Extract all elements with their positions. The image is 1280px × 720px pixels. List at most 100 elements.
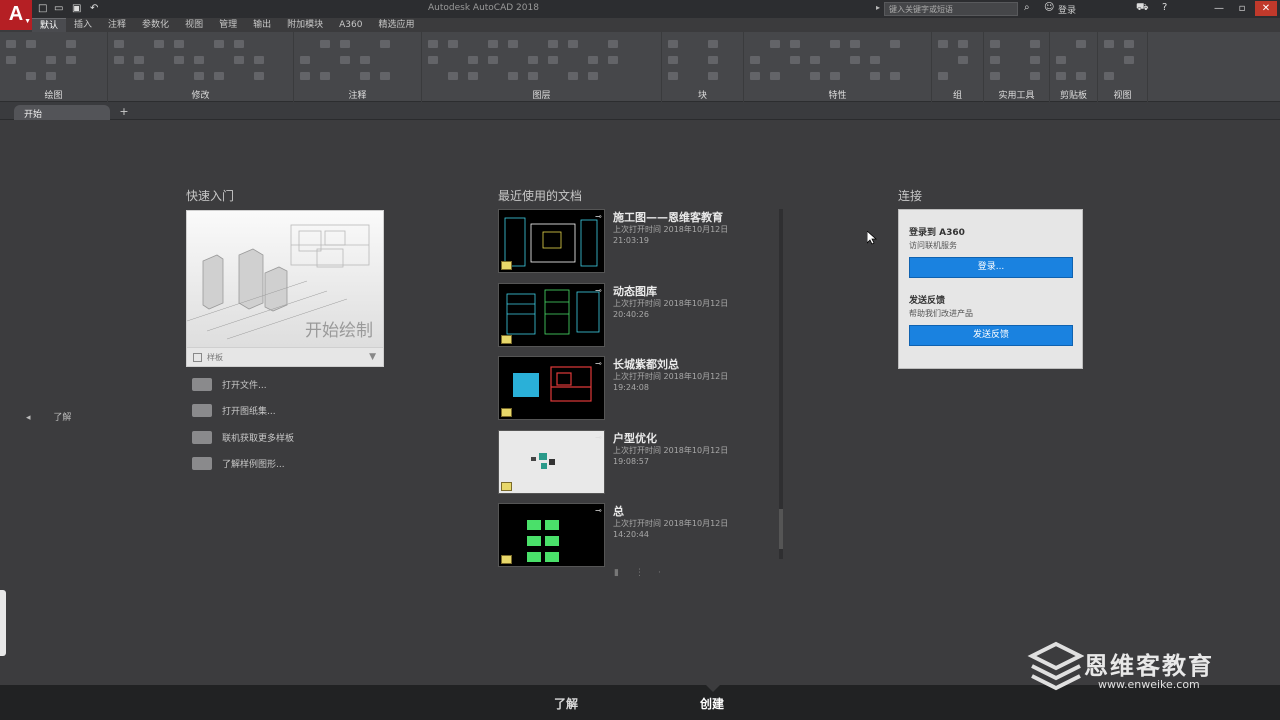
- recent-scrollbar[interactable]: [779, 209, 783, 559]
- drawing-thumbnail[interactable]: ⊸: [498, 209, 605, 273]
- recent-document-item[interactable]: ⊸ 户型优化 上次打开时间 2018年10月12日 19:08:57: [498, 429, 778, 496]
- ribbon-tool-icon[interactable]: [708, 56, 718, 64]
- ribbon-tool-icon[interactable]: [320, 40, 330, 48]
- ribbon-tool-icon[interactable]: [1030, 56, 1040, 64]
- ribbon-tool-icon[interactable]: [990, 56, 1000, 64]
- minimize-button[interactable]: —: [1208, 1, 1230, 16]
- ribbon-tool-icon[interactable]: [46, 72, 56, 80]
- ribbon-tool-icon[interactable]: [488, 40, 498, 48]
- ribbon-tool-icon[interactable]: [174, 40, 184, 48]
- learn-nav[interactable]: ◂ 了解: [26, 410, 71, 423]
- recent-document-name[interactable]: 总: [613, 503, 624, 519]
- online-templates-link[interactable]: 联机获取更多样板: [192, 428, 294, 446]
- save-icon[interactable]: ▣: [72, 3, 81, 15]
- ribbon-tab-9[interactable]: 精选应用: [370, 18, 422, 32]
- ribbon-tool-icon[interactable]: [154, 72, 164, 80]
- ribbon-tool-icon[interactable]: [300, 56, 310, 64]
- view-small-icon[interactable]: ·: [658, 568, 661, 578]
- ribbon-tab-5[interactable]: 管理: [211, 18, 245, 32]
- ribbon-tool-icon[interactable]: [708, 40, 718, 48]
- ribbon-tool-icon[interactable]: [46, 56, 56, 64]
- ribbon-tool-icon[interactable]: [528, 56, 538, 64]
- ribbon-tool-icon[interactable]: [214, 40, 224, 48]
- ribbon-tool-icon[interactable]: [890, 72, 900, 80]
- recent-document-item[interactable]: ⊸ 总上次打开时间 2018年10月12日 14:20:44: [498, 503, 778, 569]
- ribbon-group-label[interactable]: 图层: [422, 88, 661, 101]
- ribbon-tool-icon[interactable]: [360, 72, 370, 80]
- ribbon-tool-icon[interactable]: [66, 56, 76, 64]
- ribbon-tool-icon[interactable]: [194, 56, 204, 64]
- ribbon-tool-icon[interactable]: [254, 72, 264, 80]
- ribbon-tab-6[interactable]: 输出: [245, 18, 279, 32]
- ribbon-tool-icon[interactable]: [114, 56, 124, 64]
- ribbon-tab-7[interactable]: 附加模块: [279, 18, 331, 32]
- tab-start[interactable]: 开始: [14, 105, 110, 120]
- ribbon-tool-icon[interactable]: [254, 56, 264, 64]
- ribbon-tool-icon[interactable]: [1124, 40, 1134, 48]
- ribbon-tool-icon[interactable]: [790, 40, 800, 48]
- ribbon-tool-icon[interactable]: [1076, 72, 1086, 80]
- user-icon[interactable]: ☺: [1044, 2, 1054, 13]
- recent-document-item[interactable]: ⊸ 施工图——恩维客教育 上次打开时间 2018年10月12日 21:03:19: [498, 209, 778, 275]
- ribbon-tool-icon[interactable]: [134, 72, 144, 80]
- login-button[interactable]: 登录...: [909, 257, 1073, 278]
- ribbon-tool-icon[interactable]: [300, 72, 310, 80]
- ribbon-tool-icon[interactable]: [194, 72, 204, 80]
- recent-document-name[interactable]: 长城紫都刘总: [613, 356, 679, 372]
- cart-icon[interactable]: ⛟: [1136, 2, 1149, 15]
- close-button[interactable]: ✕: [1255, 1, 1277, 16]
- application-menu-button[interactable]: A ▼: [0, 0, 32, 30]
- ribbon-tool-icon[interactable]: [608, 56, 618, 64]
- pin-icon[interactable]: ⊸: [595, 359, 602, 368]
- binoculars-icon[interactable]: ⌕: [1024, 2, 1030, 13]
- open-file-link[interactable]: 打开文件...: [192, 375, 267, 393]
- ribbon-tool-icon[interactable]: [588, 56, 598, 64]
- ribbon-tool-icon[interactable]: [1056, 72, 1066, 80]
- ribbon-tool-icon[interactable]: [668, 72, 678, 80]
- ribbon-tool-icon[interactable]: [708, 72, 718, 80]
- ribbon-tool-icon[interactable]: [508, 72, 518, 80]
- drawing-thumbnail[interactable]: ⊸: [498, 429, 605, 494]
- ribbon-tool-icon[interactable]: [790, 56, 800, 64]
- ribbon-tab-0[interactable]: 默认: [32, 18, 67, 32]
- ribbon-tool-icon[interactable]: [958, 56, 968, 64]
- pin-icon[interactable]: ⊸: [595, 433, 602, 442]
- ribbon-tool-icon[interactable]: [380, 72, 390, 80]
- ribbon-tool-icon[interactable]: [428, 56, 438, 64]
- open-file-icon[interactable]: ▭: [54, 3, 63, 15]
- ribbon-tool-icon[interactable]: [468, 72, 478, 80]
- ribbon-tool-icon[interactable]: [750, 56, 760, 64]
- help-icon[interactable]: ?: [1162, 2, 1167, 13]
- ribbon-tool-icon[interactable]: [1124, 56, 1134, 64]
- ribbon-tool-icon[interactable]: [134, 56, 144, 64]
- ribbon-tab-8[interactable]: A360: [331, 18, 370, 32]
- ribbon-tool-icon[interactable]: [448, 72, 458, 80]
- ribbon-tool-icon[interactable]: [488, 56, 498, 64]
- scrollbar-thumb[interactable]: [779, 509, 783, 549]
- ribbon-tool-icon[interactable]: [850, 56, 860, 64]
- pin-icon[interactable]: ⊸: [595, 286, 602, 295]
- ribbon-group-label[interactable]: 修改: [108, 88, 293, 101]
- ribbon-group-label[interactable]: 注释: [294, 88, 421, 101]
- ribbon-tool-icon[interactable]: [830, 40, 840, 48]
- ribbon-tool-icon[interactable]: [890, 40, 900, 48]
- ribbon-tool-icon[interactable]: [1056, 56, 1066, 64]
- sample-drawings-link[interactable]: 了解样例图形...: [192, 454, 285, 472]
- ribbon-tool-icon[interactable]: [1030, 72, 1040, 80]
- start-drawing-card[interactable]: 开始绘制 样板 ▼: [186, 210, 384, 367]
- ribbon-tool-icon[interactable]: [990, 72, 1000, 80]
- ribbon-tool-icon[interactable]: [340, 56, 350, 64]
- ribbon-tool-icon[interactable]: [468, 56, 478, 64]
- drawing-thumbnail[interactable]: ⊸: [498, 503, 605, 567]
- recent-document-item[interactable]: ⊸ 动态图库 上次打开时间 2018年10月12日 20:40:26: [498, 282, 778, 349]
- ribbon-tool-icon[interactable]: [548, 56, 558, 64]
- open-sheet-set-link[interactable]: 打开图纸集...: [192, 401, 276, 419]
- ribbon-tool-icon[interactable]: [214, 72, 224, 80]
- ribbon-tool-icon[interactable]: [380, 40, 390, 48]
- ribbon-tool-icon[interactable]: [360, 56, 370, 64]
- learn-tab[interactable]: 了解: [554, 695, 578, 712]
- ribbon-tab-2[interactable]: 注释: [100, 18, 134, 32]
- undo-icon[interactable]: ↶: [90, 3, 98, 15]
- ribbon-tool-icon[interactable]: [990, 40, 1000, 48]
- ribbon-tool-icon[interactable]: [958, 40, 968, 48]
